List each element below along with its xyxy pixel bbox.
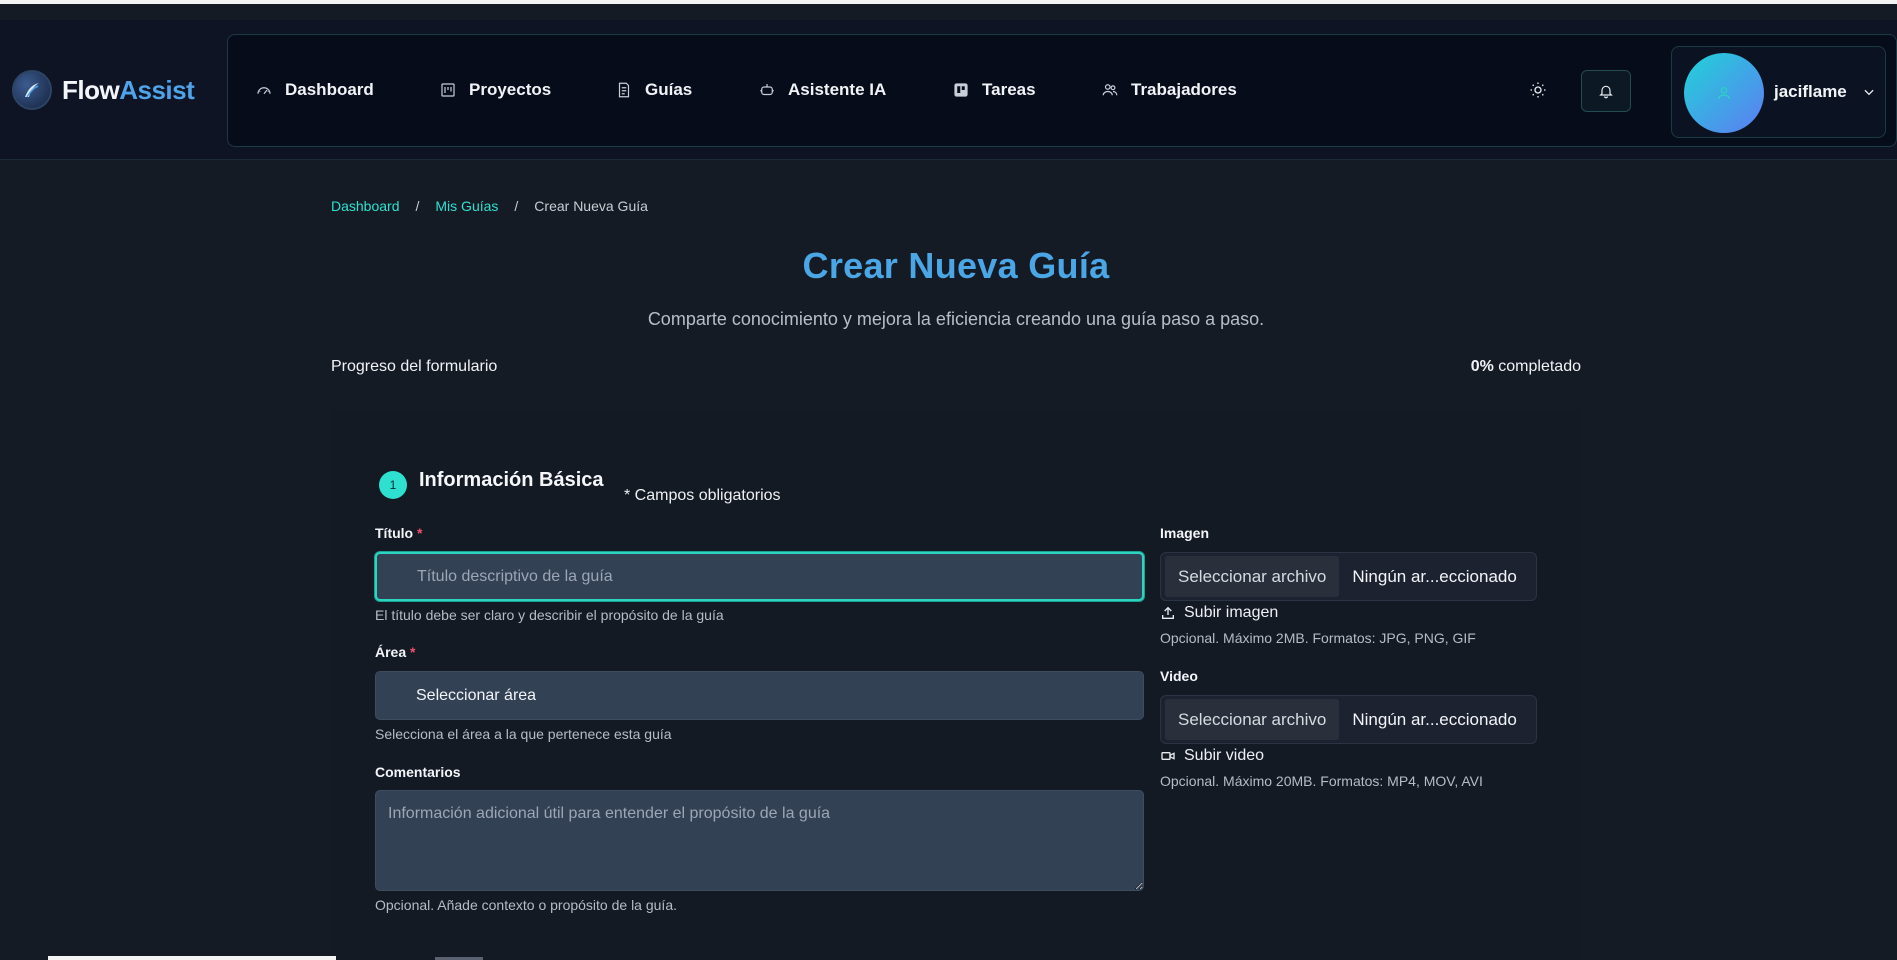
nav-item-trabajadores[interactable]: Trabajadores — [1101, 77, 1237, 103]
imagen-select-file-button[interactable]: Seleccionar archivo — [1165, 556, 1340, 597]
gauge-icon — [257, 87, 271, 95]
brand-name-assist: Assist — [119, 74, 195, 105]
video-select-file-button[interactable]: Seleccionar archivo — [1165, 699, 1340, 740]
required-fields-note: * Campos obligatorios — [624, 487, 781, 504]
subir-video-button[interactable]: Subir video — [1160, 747, 1264, 765]
breadcrumb-mis-guias[interactable]: Mis Guías — [435, 198, 498, 214]
imagen-label: Imagen — [1160, 525, 1210, 541]
page-subtitle: Comparte conocimiento y mejora la eficie… — [647, 309, 1265, 329]
breadcrumb-dashboard[interactable]: Dashboard — [331, 198, 400, 214]
imagen-help: Opcional. Máximo 2MB. Formatos: JPG, PNG… — [1160, 630, 1476, 646]
theme-toggle-button[interactable] — [1525, 77, 1551, 103]
brand-name: FlowAssist — [62, 74, 195, 106]
breadcrumb-separator: / — [514, 198, 519, 214]
titulo-input[interactable] — [375, 552, 1144, 601]
titulo-help: El título debe ser claro y describir el … — [375, 607, 724, 623]
nav-item-dashboard[interactable]: Dashboard — [255, 77, 374, 103]
area-label: Área * — [375, 644, 415, 660]
document-icon — [618, 82, 630, 98]
nav-item-label: Trabajadores — [1131, 80, 1237, 99]
video-camera-icon — [1161, 752, 1175, 760]
step-number-badge: 1 — [379, 471, 407, 499]
top-navbar: FlowAssist Dashboard Proyectos Guías Asi… — [0, 20, 1897, 160]
wave-logo-icon — [12, 70, 52, 110]
nav-item-label: Dashboard — [285, 80, 374, 99]
nav-item-label: Asistente IA — [788, 80, 887, 99]
nav-item-proyectos[interactable]: Proyectos — [439, 77, 551, 103]
bottom-strip — [48, 956, 336, 960]
bell-icon — [1599, 85, 1613, 99]
section-title: Información Básica — [419, 469, 604, 491]
brand[interactable]: FlowAssist — [12, 70, 195, 110]
nav-item-guias[interactable]: Guías — [615, 77, 692, 103]
progress-percent-value: 0% — [1470, 358, 1494, 375]
nav-item-asistente-ia[interactable]: Asistente IA — [758, 77, 886, 103]
breadcrumb-current: Crear Nueva Guía — [534, 198, 648, 214]
user-icon — [1718, 87, 1730, 100]
brand-name-flow: Flow — [62, 74, 120, 105]
users-icon — [1102, 84, 1118, 96]
subir-imagen-label: Subir imagen — [1184, 604, 1279, 621]
avatar — [1684, 53, 1764, 133]
titulo-label-text: Título — [375, 525, 414, 541]
nav-item-tareas[interactable]: Tareas — [952, 77, 1036, 103]
sun-icon — [1530, 82, 1546, 98]
kanban-icon — [441, 83, 455, 97]
comentarios-label-text: Comentarios — [375, 764, 461, 780]
upload-icon — [1162, 606, 1174, 619]
comentarios-textarea[interactable] — [375, 790, 1144, 891]
breadcrumb-separator: / — [415, 198, 420, 214]
notifications-button[interactable] — [1581, 70, 1631, 112]
window-top-strip — [0, 0, 1897, 4]
chevron-down-icon — [1864, 89, 1874, 96]
area-select-value: Seleccionar área — [416, 686, 537, 704]
progress-percent: 0% completado — [1471, 358, 1581, 376]
video-help: Opcional. Máximo 20MB. Formatos: MP4, MO… — [1160, 773, 1483, 789]
progress-percent-suffix: completado — [1498, 358, 1581, 375]
area-help: Selecciona el área a la que pertenece es… — [375, 726, 672, 742]
area-label-text: Área — [375, 644, 407, 660]
video-file-input[interactable]: Seleccionar archivo Ningún ar...eccionad… — [1160, 695, 1537, 744]
nav-item-label: Guías — [645, 80, 693, 99]
user-menu[interactable]: jaciflame — [1671, 46, 1886, 138]
required-mark: * — [410, 644, 416, 660]
nav-item-label: Tareas — [982, 80, 1036, 99]
nav-item-label: Proyectos — [469, 80, 552, 99]
robot-icon — [760, 84, 774, 96]
titulo-label: Título * — [375, 525, 422, 541]
required-mark: * — [417, 525, 423, 541]
comentarios-help: Opcional. Añade contexto o propósito de … — [375, 897, 677, 913]
subir-imagen-button[interactable]: Subir imagen — [1160, 604, 1278, 622]
imagen-file-input[interactable]: Seleccionar archivo Ningún ar...eccionad… — [1160, 552, 1537, 601]
video-file-name: Ningún ar...eccionado — [1352, 709, 1517, 729]
subir-video-label: Subir video — [1184, 747, 1265, 764]
nav-panel: Dashboard Proyectos Guías Asistente IA T… — [227, 34, 1897, 147]
area-select[interactable]: Seleccionar área — [375, 671, 1144, 720]
video-label: Video — [1160, 668, 1198, 684]
progress-label: Progreso del formulario — [331, 358, 498, 375]
page-title: Crear Nueva Guía — [802, 245, 1110, 286]
comentarios-label: Comentarios — [375, 764, 461, 780]
breadcrumb: Dashboard / Mis Guías / Crear Nueva Guía — [331, 198, 648, 214]
username: jaciflame — [1774, 82, 1847, 101]
trello-icon — [954, 83, 968, 97]
imagen-file-name: Ningún ar...eccionado — [1352, 566, 1517, 586]
